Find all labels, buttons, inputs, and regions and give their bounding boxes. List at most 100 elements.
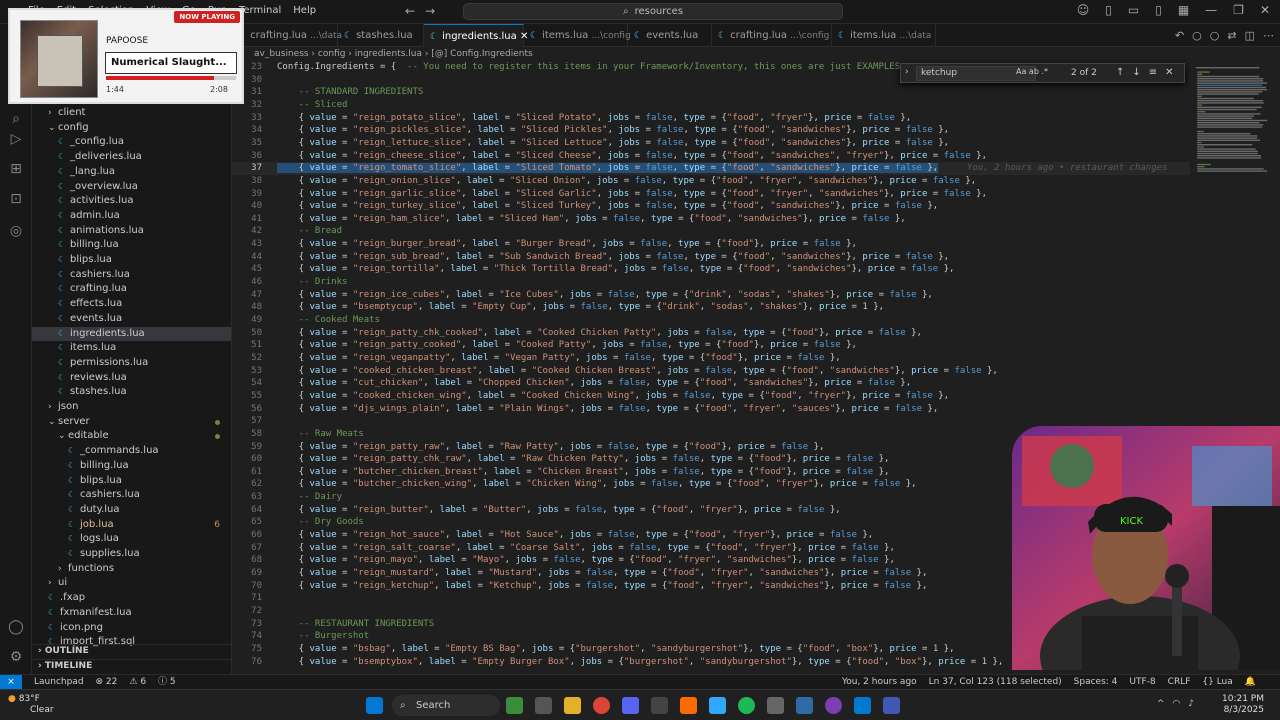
menu-help[interactable]: Help [293, 5, 316, 16]
problems-info[interactable]: ⓘ 5 [158, 675, 176, 689]
gitlens-icon[interactable]: ◎ [7, 222, 25, 240]
notepad-icon[interactable] [796, 697, 813, 714]
maximize-icon[interactable]: ❐ [1233, 3, 1244, 17]
next-match-icon[interactable]: ↓ [1132, 67, 1140, 78]
layout-panel-icon[interactable]: ▭ [1128, 3, 1139, 17]
code-line[interactable]: 47 { value = "reign_ice_cubes", label = … [232, 289, 1190, 302]
tab-stashes[interactable]: ☾ stashes.lua [338, 24, 424, 47]
vscode-icon[interactable] [854, 697, 871, 714]
timeline-section[interactable]: › TIMELINE [32, 659, 231, 672]
code-line[interactable]: 34 { value = "reign_pickles_slice", labe… [232, 124, 1190, 137]
code-line[interactable]: 35 { value = "reign_lettuce_slice", labe… [232, 137, 1190, 150]
tab-items-config[interactable]: ☾ items.lua ...\config [524, 24, 631, 47]
file-item[interactable]: ☾ admin.lua [32, 209, 231, 223]
obs-icon[interactable] [825, 697, 842, 714]
indentation[interactable]: Spaces: 4 [1074, 675, 1118, 689]
file-item[interactable]: ☾ .fxap [32, 591, 231, 605]
file-item[interactable]: ☾ events.lua [32, 312, 231, 326]
remote-explorer-icon[interactable]: ⊡ [7, 190, 25, 208]
file-item[interactable]: ☾ items.lua [32, 341, 231, 355]
file-item[interactable]: ☾ icon.png [32, 621, 231, 635]
code-line[interactable]: 50 { value = "reign_patty_chk_cooked", l… [232, 327, 1190, 340]
file-item[interactable]: ☾ effects.lua [32, 297, 231, 311]
code-line[interactable]: 43 { value = "reign_burger_bread", label… [232, 238, 1190, 251]
launchpad-item[interactable]: Launchpad [34, 675, 84, 689]
split-editor-icon[interactable]: ◫ [1245, 29, 1255, 42]
code-line[interactable]: 46 -- Drinks [232, 276, 1190, 289]
file-item[interactable]: ☾ billing.lua [32, 238, 231, 252]
account-icon[interactable]: ◯ [7, 618, 25, 636]
search-icon[interactable]: ⌕ [7, 110, 25, 128]
code-line[interactable]: 39 { value = "reign_garlic_slice", label… [232, 188, 1190, 201]
code-line[interactable]: 52 { value = "reign_veganpatty", label =… [232, 352, 1190, 365]
code-line[interactable]: 45 { value = "reign_tortilla", label = "… [232, 263, 1190, 276]
file-item[interactable]: ☾ crafting.lua [32, 282, 231, 296]
tab-items-data[interactable]: ☾ items.lua ...\data [832, 24, 936, 47]
layout-secondary-icon[interactable]: ▯ [1155, 3, 1162, 17]
illustrator-icon[interactable] [680, 697, 697, 714]
file-item[interactable]: ☾ _overview.lua [32, 180, 231, 194]
code-line[interactable]: 42 -- Bread [232, 225, 1190, 238]
task-view-icon[interactable] [535, 697, 552, 714]
forward-arrow-icon[interactable]: → [425, 4, 435, 18]
problems-errors[interactable]: ⊗ 22 [96, 675, 118, 689]
git-dot-icon[interactable]: ○ [1192, 29, 1202, 42]
weather-widget[interactable]: ● 83°F Clear [8, 694, 54, 716]
file-item[interactable]: ☾ _deliveries.lua [32, 150, 231, 164]
media-encoder-icon[interactable] [709, 697, 726, 714]
app-icon[interactable] [883, 697, 900, 714]
code-line[interactable]: 54 { value = "cut_chicken", label = "Cho… [232, 377, 1190, 390]
code-line[interactable]: 51 { value = "reign_patty_cooked", label… [232, 339, 1190, 352]
back-arrow-icon[interactable]: ← [405, 4, 415, 18]
notifications-bell-icon[interactable]: 🔔 [1245, 675, 1256, 689]
folder-item[interactable]: › json [32, 400, 231, 414]
file-item[interactable]: ☾ duty.lua [32, 503, 231, 517]
folder-item[interactable]: ⌄ editable [32, 429, 231, 443]
copilot-icon[interactable]: ☺ [1077, 3, 1090, 17]
folder-item[interactable]: › functions [32, 562, 231, 576]
extensions-icon[interactable]: ⊞ [7, 160, 25, 178]
game-icon[interactable] [506, 697, 523, 714]
file-item[interactable]: ☾ _lang.lua [32, 165, 231, 179]
folder-item[interactable]: ⌄ config [32, 121, 231, 135]
tray-chevron-icon[interactable]: ^ [1157, 699, 1165, 709]
run-debug-icon[interactable]: ▷ [7, 130, 25, 148]
language-mode[interactable]: {} Lua [1202, 675, 1232, 689]
problems-warnings[interactable]: ⚠ 6 [129, 675, 146, 689]
code-line[interactable]: 53 { value = "cooked_chicken_breast", la… [232, 365, 1190, 378]
code-line[interactable]: 56 { value = "djs_wings_plain", label = … [232, 403, 1190, 416]
file-explorer-icon[interactable] [564, 697, 581, 714]
layout-customize-icon[interactable]: ▦ [1178, 3, 1189, 17]
clock[interactable]: 10:21 PM 8/3/2025 [1222, 694, 1264, 716]
taskbar-search[interactable]: ⌕ Search [392, 695, 500, 716]
code-line[interactable]: 55 { value = "cooked_chicken_wing", labe… [232, 390, 1190, 403]
tab-crafting-config[interactable]: ☾ crafting.lua ...\config [712, 24, 832, 47]
file-item[interactable]: ☾ permissions.lua [32, 356, 231, 370]
file-item[interactable]: ☾ cashiers.lua [32, 268, 231, 282]
close-icon[interactable]: ✕ [1260, 3, 1270, 17]
line-ending[interactable]: CRLF [1168, 675, 1191, 689]
file-item[interactable]: ☾ supplies.lua [32, 547, 231, 561]
file-item[interactable]: ☾ logs.lua [32, 532, 231, 546]
discord-icon[interactable] [622, 697, 639, 714]
file-item[interactable]: ☾ stashes.lua [32, 385, 231, 399]
code-line[interactable]: 40 { value = "reign_turkey_slice", label… [232, 200, 1190, 213]
code-line[interactable]: 48 { value = "bsemptycup", label = "Empt… [232, 301, 1190, 314]
close-find-icon[interactable]: ✕ [1165, 67, 1173, 78]
git-forward-icon[interactable]: ○ [1210, 29, 1220, 42]
settings-gear-icon[interactable]: ⚙ [7, 648, 25, 666]
file-item[interactable]: ☾ activities.lua [32, 194, 231, 208]
file-item[interactable]: ☾ animations.lua [32, 224, 231, 238]
cursor-position[interactable]: Ln 37, Col 123 (118 selected) [929, 675, 1062, 689]
file-item[interactable]: ☾ blips.lua [32, 474, 231, 488]
encoding[interactable]: UTF-8 [1129, 675, 1155, 689]
chrome-icon[interactable] [593, 697, 610, 714]
code-line[interactable]: 44 { value = "reign_sub_bread", label = … [232, 251, 1190, 264]
remote-indicator-icon[interactable]: ⨯ [0, 675, 22, 689]
toggle-replace-chevron-icon[interactable]: › [905, 67, 909, 77]
git-back-icon[interactable]: ↶ [1175, 29, 1184, 42]
more-actions-icon[interactable]: ⋯ [1263, 29, 1274, 42]
compare-icon[interactable]: ⇄ [1227, 29, 1236, 42]
settings-icon[interactable] [767, 697, 784, 714]
code-line[interactable]: 41 { value = "reign_ham_slice", label = … [232, 213, 1190, 226]
